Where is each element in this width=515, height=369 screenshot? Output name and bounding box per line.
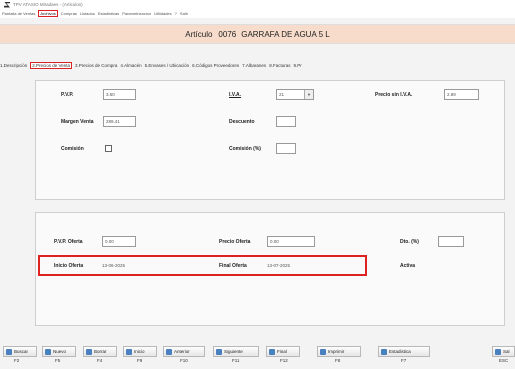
exit-icon [495, 348, 501, 355]
menu-bar: Pantalla de Ventas Archivos Compras List… [0, 9, 515, 18]
chart-icon [381, 348, 387, 355]
key-f9: F9 [137, 358, 143, 363]
tab-descripcion[interactable]: 1.Descripción [0, 63, 27, 68]
tab-almacen[interactable]: 4.Almacén [120, 63, 141, 68]
comision-label: Comisión [61, 146, 84, 152]
article-code: 0076 [218, 29, 237, 39]
margen-label: Margen Venta [61, 119, 94, 125]
activa-label: Activa [400, 263, 416, 269]
key-f12: F12 [280, 358, 288, 363]
imprimir-button[interactable]: Imprimir [317, 346, 361, 357]
tab-facturas[interactable]: 8.Facturas [269, 63, 290, 68]
iva-select[interactable]: 21 ▼ [276, 89, 314, 100]
inicio-button[interactable]: Inicio [123, 346, 157, 357]
toolbar-footer: Buscar F2 Nuevo F5 Borrar F4 Inicio F9 A… [0, 346, 515, 369]
key-f4: F4 [97, 358, 103, 363]
nuevo-button[interactable]: Nuevo [42, 346, 76, 357]
comision-checkbox[interactable] [105, 145, 112, 152]
menu-listados[interactable]: Listados [80, 11, 95, 16]
menu-salir[interactable]: Salir [180, 11, 188, 16]
window-title: TPV ATASIO Miradaes - (Articulos) [13, 2, 83, 7]
final-oferta-value[interactable]: 13-07-2025 [267, 263, 290, 268]
price-panel: P.V.P. 3.50 I.V.A. 21 ▼ Precio sin I.V.A… [35, 80, 505, 200]
menu-pantalla-ventas[interactable]: Pantalla de Ventas [2, 11, 35, 16]
margen-field[interactable]: 289.41 [103, 116, 136, 127]
app-logo-icon [4, 2, 10, 8]
delete-icon [86, 348, 92, 355]
article-header: Artículo 0076 GARRAFA DE AGUA 5 L [0, 24, 515, 44]
precio-oferta-field[interactable]: 0.00 [267, 236, 315, 247]
menu-estadisticas[interactable]: Estadisticas [98, 11, 119, 16]
final-button[interactable]: Final [266, 346, 300, 357]
precio-sin-iva-label: Precio sin I.V.A. [375, 92, 413, 98]
first-record-icon [126, 348, 132, 355]
tab-codigos-proveedores[interactable]: 6.Códigos Proveedores [192, 63, 239, 68]
buscar-button[interactable]: Buscar [3, 346, 37, 357]
tab-precios-compra[interactable]: 3.Precios de Compra [75, 63, 117, 68]
inicio-oferta-label: Inicio Oferta [54, 263, 84, 269]
tab-strip: 1.Descripción 2.Precios de Venta 3.Preci… [0, 60, 515, 70]
pvp-field[interactable]: 3.50 [103, 89, 136, 100]
siguiente-button[interactable]: Siguiente [213, 346, 259, 357]
title-bar: TPV ATASIO Miradaes - (Articulos) [0, 0, 515, 9]
menu-help[interactable]: ? [175, 11, 177, 16]
descuento-label: Descuento [229, 119, 255, 125]
pvp-oferta-label: P.V.P. Oferta [54, 239, 83, 245]
tab-envases-ubicacion[interactable]: 5.Envases / Ubicación [145, 63, 190, 68]
key-f8: F8 [335, 358, 341, 363]
iva-value: 21 [279, 92, 285, 97]
inicio-oferta-value[interactable]: 13-06-2025 [102, 263, 125, 268]
previous-icon [166, 348, 172, 355]
new-icon [45, 348, 51, 355]
precio-oferta-label: Precio Oferta [219, 239, 251, 245]
estadistica-button[interactable]: Estadistica [378, 346, 430, 357]
dto-field[interactable] [438, 236, 464, 247]
tab-precios-venta[interactable]: 2.Precios de Venta [30, 61, 73, 69]
final-oferta-label: Final Oferta [219, 263, 247, 269]
menu-compras[interactable]: Compras [61, 11, 77, 16]
precio-sin-iva-field[interactable]: 2.89 [444, 89, 479, 100]
article-name: GARRAFA DE AGUA 5 L [241, 29, 330, 39]
key-f7: F7 [401, 358, 407, 363]
search-icon [6, 348, 12, 355]
tab-more[interactable]: 9.Pr [293, 63, 301, 68]
offer-dates-highlight [38, 255, 367, 276]
pvp-label: P.V.P. [61, 92, 74, 98]
article-label: Artículo [185, 29, 213, 39]
comision-pct-label: Comisión (%) [229, 146, 261, 152]
pvp-oferta-field[interactable]: 0.00 [102, 236, 136, 247]
key-f5: F5 [55, 358, 61, 363]
tab-albaranes[interactable]: 7.Albaranes [242, 63, 266, 68]
menu-archivos[interactable]: Archivos [38, 10, 58, 17]
next-icon [216, 348, 222, 355]
menu-utilidades[interactable]: Utilidades [154, 11, 172, 16]
chevron-down-icon[interactable]: ▼ [304, 90, 313, 99]
menu-parametrizacion[interactable]: Parametrizacion [122, 11, 151, 16]
dto-label: Dto. (%) [400, 239, 419, 245]
comision-pct-field[interactable] [276, 143, 296, 154]
printer-icon [320, 348, 326, 355]
key-f2: F2 [14, 358, 20, 363]
key-f10: F10 [180, 358, 188, 363]
anterior-button[interactable]: Anterior [163, 346, 205, 357]
key-esc: ESC [499, 358, 509, 363]
offer-panel: P.V.P. Oferta 0.00 Precio Oferta 0.00 Dt… [35, 212, 505, 326]
iva-label: I.V.A. [229, 92, 242, 98]
salir-button[interactable]: Sal [492, 346, 515, 357]
descuento-field[interactable] [276, 116, 296, 127]
borrar-button[interactable]: Borrar [83, 346, 117, 357]
last-record-icon [269, 348, 275, 355]
key-f11: F11 [232, 358, 240, 363]
